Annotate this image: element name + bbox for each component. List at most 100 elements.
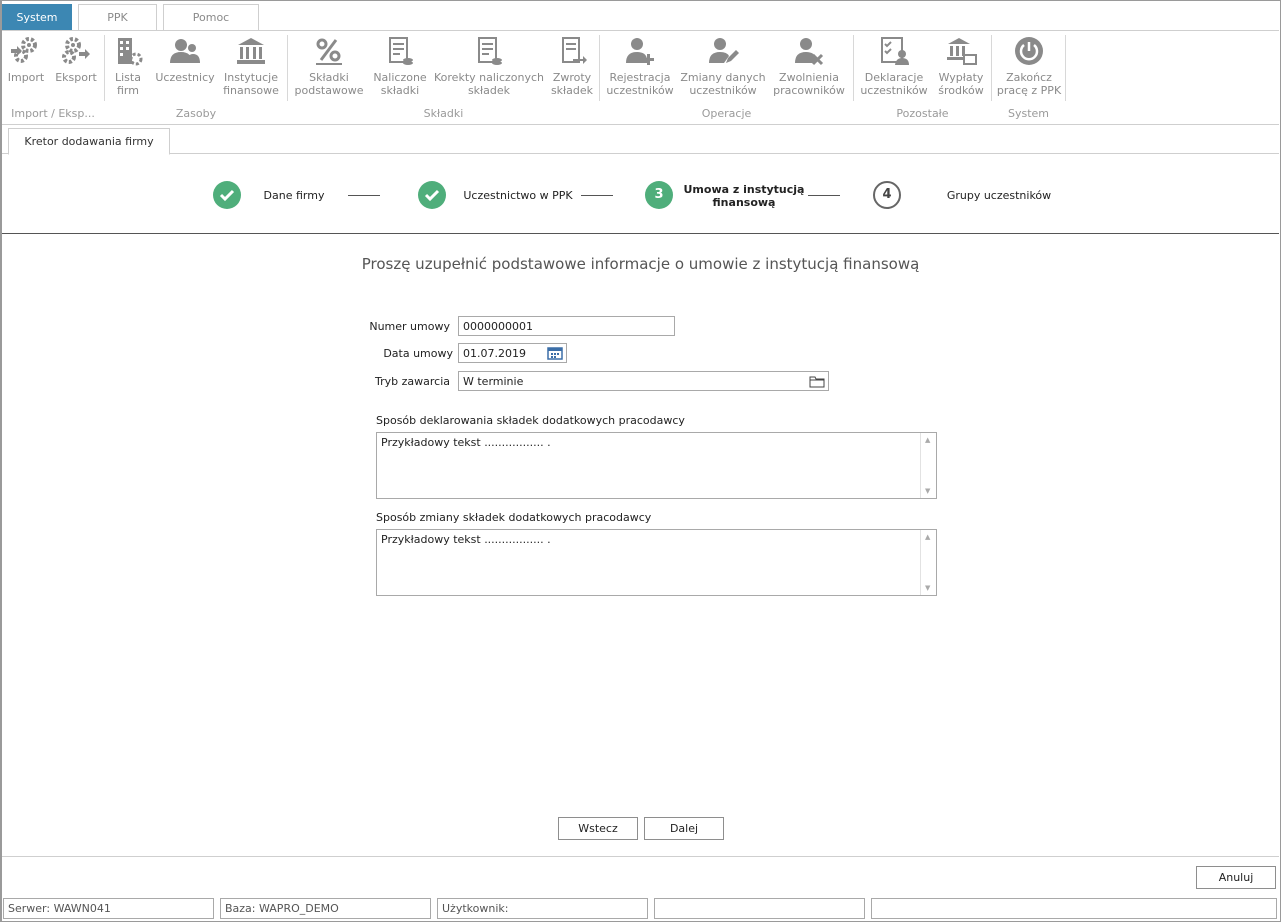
step-3-label-line2: finansową <box>712 196 776 209</box>
contract-number-label: Numer umowy <box>369 320 450 333</box>
status-server: Serwer: WAWN041 <box>3 898 214 919</box>
financial-institutions-label-1: Instytucje <box>224 71 278 84</box>
declaration-method-scrollbar[interactable]: ▲ ▼ <box>920 433 936 498</box>
bank-icon <box>237 38 265 64</box>
ribbon-separator <box>991 35 992 101</box>
contract-date-input[interactable]: 01.07.2019 <box>458 343 567 363</box>
step-2-label: Uczestnictwo w PPK <box>463 189 573 202</box>
payouts-label-2: środków <box>938 84 984 97</box>
finish-ppk-label-2: pracę z PPK <box>996 84 1062 97</box>
register-participants-button[interactable]: Rejestracja uczestników <box>604 33 676 97</box>
finish-ppk-button[interactable]: Zakończ pracę z PPK <box>994 33 1064 97</box>
ribbon-separator <box>853 35 854 101</box>
bank-money-icon <box>947 38 977 65</box>
export-button[interactable]: Eksport <box>52 33 100 84</box>
scroll-up-icon[interactable]: ▲ <box>925 533 930 541</box>
dismissals-button[interactable]: Zwolnienia pracowników <box>770 33 848 97</box>
status-cell-5 <box>871 898 1277 919</box>
step-4-label: Grupy uczestników <box>946 189 1052 202</box>
step-4-number: 4 <box>873 181 901 209</box>
participant-changes-button[interactable]: Zmiany danych uczestników <box>680 33 766 97</box>
menu-tab-ppk[interactable]: PPK <box>78 4 157 30</box>
change-method-textarea[interactable]: Przykładowy tekst ................. . ▲ … <box>376 529 937 596</box>
participants-button[interactable]: Uczestnicy <box>154 33 216 84</box>
cancel-button[interactable]: Anuluj <box>1196 866 1276 889</box>
contract-number-input[interactable]: 0000000001 <box>458 316 675 336</box>
change-method-text: Przykładowy tekst ................. . <box>381 533 551 546</box>
declarations-label-2: uczestników <box>860 84 928 97</box>
status-database: Baza: WAPRO_DEMO <box>220 898 431 919</box>
step-connector <box>581 195 613 196</box>
checklist-user-icon <box>881 37 909 65</box>
calendar-icon[interactable] <box>547 346 563 360</box>
refunds-button[interactable]: Zwroty składek <box>548 33 596 97</box>
export-label: Eksport <box>55 71 97 84</box>
stepper-divider <box>2 233 1279 234</box>
document-return-icon <box>562 37 587 64</box>
scroll-up-icon[interactable]: ▲ <box>925 436 930 444</box>
step-1-check-icon <box>213 181 241 209</box>
document-coins-icon <box>478 37 502 65</box>
page-title: Proszę uzupełnić podstawowe informacje o… <box>361 255 920 273</box>
scroll-down-icon[interactable]: ▼ <box>925 487 930 495</box>
step-connector <box>348 195 380 196</box>
calculated-contributions-button[interactable]: Naliczone składki <box>370 33 430 97</box>
scroll-down-icon[interactable]: ▼ <box>925 584 930 592</box>
import-gears-icon <box>11 37 37 63</box>
conclusion-mode-select[interactable]: W terminie <box>458 371 829 391</box>
base-contributions-label-2: podstawowe <box>294 84 364 97</box>
payouts-button[interactable]: Wypłaty środków <box>934 33 988 97</box>
declaration-method-textarea[interactable]: Przykładowy tekst ................. . ▲ … <box>376 432 937 499</box>
change-method-scrollbar[interactable]: ▲ ▼ <box>920 530 936 595</box>
company-list-label-2: firm <box>117 84 139 97</box>
document-coins-icon <box>389 37 413 65</box>
corrections-label-2: składek <box>467 84 511 97</box>
corrections-label-1: Korekty naliczonych <box>434 71 545 84</box>
finish-ppk-label-1: Zakończ <box>1006 71 1052 84</box>
import-button[interactable]: Import <box>4 33 48 84</box>
folder-icon[interactable] <box>809 374 825 388</box>
menu-tab-system[interactable]: System <box>2 4 72 30</box>
corrections-button[interactable]: Korekty naliczonych składek <box>434 33 544 97</box>
menu-tab-pomoc[interactable]: Pomoc <box>163 4 259 30</box>
base-contributions-button[interactable]: Składki podstawowe <box>292 33 366 97</box>
base-contributions-label-1: Składki <box>309 71 349 84</box>
building-gear-icon <box>118 38 143 66</box>
back-button[interactable]: Wstecz <box>558 817 638 840</box>
tab-company-wizard[interactable]: Kretor dodawania firmy <box>8 128 170 155</box>
payouts-label-1: Wypłaty <box>938 71 984 84</box>
user-add-icon <box>626 38 654 65</box>
dismissals-label-2: pracowników <box>773 84 845 97</box>
step-2-check-icon <box>418 181 446 209</box>
group-label-system: System <box>1007 107 1050 120</box>
calculated-contributions-label-2: składki <box>380 84 420 97</box>
calculated-contributions-label-1: Naliczone <box>373 71 427 84</box>
status-cell-4 <box>654 898 865 919</box>
register-participants-label-1: Rejestracja <box>609 71 671 84</box>
power-icon <box>1015 37 1043 65</box>
step-connector <box>808 195 840 196</box>
group-label-other: Pozostałe <box>896 107 949 120</box>
declarations-button[interactable]: Deklaracje uczestników <box>858 33 930 97</box>
company-list-button[interactable]: Lista firm <box>108 33 148 97</box>
import-label: Import <box>7 71 45 84</box>
ribbon: Import Eksport Lista firm Uczestnicy Ins… <box>2 30 1279 125</box>
next-button[interactable]: Dalej <box>644 817 724 840</box>
company-list-label-1: Lista <box>115 71 141 84</box>
register-participants-label-2: uczestników <box>606 84 674 97</box>
wizard-stepper: Dane firmy Uczestnictwo w PPK 3 Umowa z … <box>2 170 1279 220</box>
contract-date-value: 01.07.2019 <box>463 347 526 360</box>
step-3-label: Umowa z instytucją finansową <box>682 183 806 209</box>
participants-label: Uczestnicy <box>155 71 215 84</box>
ribbon-separator <box>287 35 288 101</box>
user-remove-icon <box>795 38 824 66</box>
group-label-import-export: Import / Eksp... <box>11 107 95 120</box>
financial-institutions-label-2: finansowe <box>223 84 279 97</box>
percent-icon <box>316 38 342 65</box>
group-label-resources: Zasoby <box>175 107 217 120</box>
financial-institutions-button[interactable]: Instytucje finansowe <box>220 33 282 97</box>
menu-tabs: System PPK Pomoc <box>2 4 1279 30</box>
document-tabbar: Kretor dodawania firmy <box>2 126 1279 155</box>
export-gears-icon <box>62 37 90 64</box>
contract-date-label: Data umowy <box>383 347 453 360</box>
